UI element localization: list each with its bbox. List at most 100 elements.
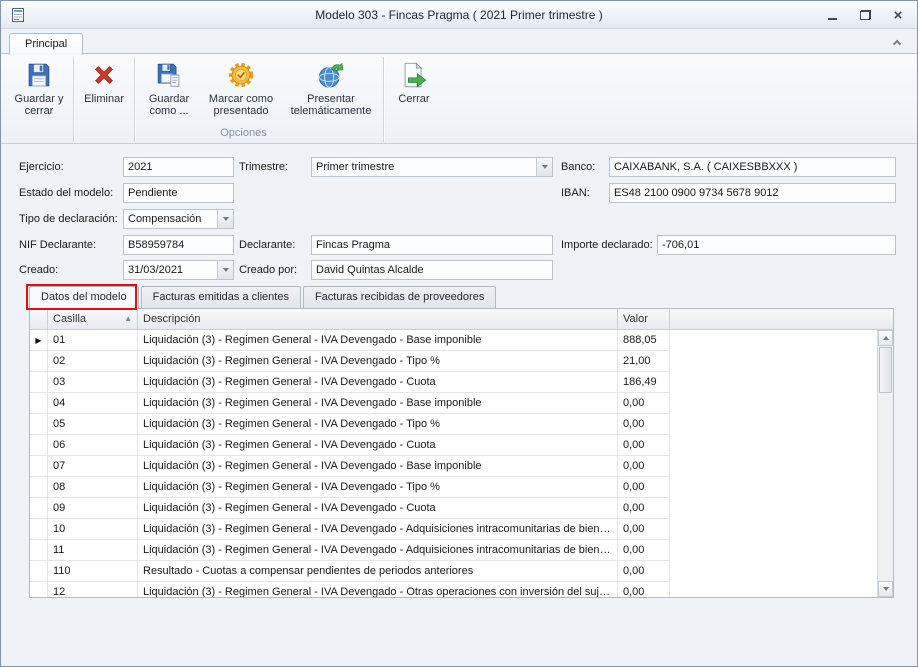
cell-casilla: 04: [48, 393, 138, 414]
scrollbar-thumb[interactable]: [879, 347, 892, 393]
estado-modelo-field[interactable]: Pendiente: [123, 183, 234, 203]
cell-filler: [670, 477, 877, 498]
cell-casilla: 05: [48, 414, 138, 435]
marcar-como-presentado-button[interactable]: Marcar como presentado: [199, 57, 283, 120]
creado-date-combo[interactable]: 31/03/2021: [123, 260, 234, 280]
table-row[interactable]: 09 Liquidación (3) - Regimen General - I…: [30, 498, 877, 519]
maximize-button[interactable]: [856, 7, 874, 23]
cell-casilla: 07: [48, 456, 138, 477]
cell-filler: [670, 435, 877, 456]
cell-descripcion: Liquidación (3) - Regimen General - IVA …: [138, 414, 618, 435]
cell-casilla: 12: [48, 582, 138, 597]
column-header-casilla[interactable]: Casilla ▲: [48, 309, 138, 329]
tab-datos-del-modelo[interactable]: Datos del modelo: [29, 286, 139, 308]
table-row[interactable]: ▶ 01 Liquidación (3) - Regimen General -…: [30, 330, 877, 351]
iban-field[interactable]: ES48 2100 0900 9734 5678 9012: [609, 183, 896, 203]
trimestre-combo[interactable]: Primer trimestre: [311, 157, 553, 177]
cell-filler: [670, 414, 877, 435]
table-row[interactable]: 10 Liquidación (3) - Regimen General - I…: [30, 519, 877, 540]
table-row[interactable]: 08 Liquidación (3) - Regimen General - I…: [30, 477, 877, 498]
table-row[interactable]: 12 Liquidación (3) - Regimen General - I…: [30, 582, 877, 597]
vertical-scrollbar[interactable]: [877, 330, 893, 597]
guardar-y-cerrar-button[interactable]: Guardar y cerrar: [9, 57, 69, 120]
cell-filler: [670, 393, 877, 414]
cell-casilla: 09: [48, 498, 138, 519]
cell-casilla: 110: [48, 561, 138, 582]
cell-valor: 0,00: [618, 582, 670, 597]
row-selector-cell: [30, 456, 48, 477]
seal-icon: [226, 60, 256, 90]
cell-descripcion: Liquidación (3) - Regimen General - IVA …: [138, 477, 618, 498]
scroll-down-button[interactable]: [878, 581, 893, 597]
title-bar: Modelo 303 - Fincas Pragma ( 2021 Primer…: [1, 1, 917, 29]
column-header-descripcion[interactable]: Descripción: [138, 309, 618, 329]
row-selector-cell: [30, 561, 48, 582]
table-row[interactable]: 11 Liquidación (3) - Regimen General - I…: [30, 540, 877, 561]
cell-valor: 888,05: [618, 330, 670, 351]
close-icon: ×: [894, 8, 903, 23]
app-icon: [10, 7, 26, 23]
guardar-como-button[interactable]: Guardar como ...: [139, 57, 199, 120]
cell-descripcion: Liquidación (3) - Regimen General - IVA …: [138, 330, 618, 351]
column-header-valor[interactable]: Valor: [618, 309, 670, 329]
cell-filler: [670, 540, 877, 561]
tab-facturas-recibidas[interactable]: Facturas recibidas de proveedores: [303, 286, 496, 308]
creado-label: Creado:: [19, 260, 58, 280]
minimize-button[interactable]: [823, 7, 841, 23]
tab-facturas-emitidas[interactable]: Facturas emitidas a clientes: [141, 286, 301, 308]
row-selector-cell: [30, 435, 48, 456]
dropdown-arrow-icon[interactable]: [217, 261, 233, 279]
nif-declarante-label: NIF Declarante:: [19, 235, 96, 255]
importe-declarado-field[interactable]: -706,01: [657, 235, 896, 255]
creado-por-label: Creado por:: [239, 260, 297, 280]
table-row[interactable]: 02 Liquidación (3) - Regimen General - I…: [30, 351, 877, 372]
save-as-icon: [154, 60, 184, 90]
sort-asc-icon: ▲: [124, 309, 132, 329]
close-button[interactable]: ×: [889, 7, 907, 23]
creado-por-field[interactable]: David Quintas Alcalde: [311, 260, 553, 280]
row-selector-cell: [30, 498, 48, 519]
ribbon-collapse-button[interactable]: [889, 38, 905, 52]
table-row[interactable]: 06 Liquidación (3) - Regimen General - I…: [30, 435, 877, 456]
maximize-icon: [860, 10, 871, 20]
cell-valor: 0,00: [618, 435, 670, 456]
table-row[interactable]: 04 Liquidación (3) - Regimen General - I…: [30, 393, 877, 414]
trimestre-label: Trimestre:: [239, 157, 288, 177]
tab-principal[interactable]: Principal: [9, 33, 83, 55]
cell-descripcion: Liquidación (3) - Regimen General - IVA …: [138, 582, 618, 597]
table-row[interactable]: 110 Resultado - Cuotas a compensar pendi…: [30, 561, 877, 582]
presentar-telematicamente-button[interactable]: Presentar telemáticamente: [283, 57, 379, 120]
table-row[interactable]: 03 Liquidación (3) - Regimen General - I…: [30, 372, 877, 393]
estado-modelo-label: Estado del modelo:: [19, 183, 113, 203]
ribbon: Guardar y cerrar Eliminar Guardar como .…: [1, 53, 917, 144]
ejercicio-field[interactable]: 2021: [123, 157, 234, 177]
dropdown-arrow-icon[interactable]: [217, 210, 233, 228]
table-row[interactable]: 05 Liquidación (3) - Regimen General - I…: [30, 414, 877, 435]
cell-filler: [670, 456, 877, 477]
cell-filler: [670, 498, 877, 519]
cell-descripcion: Liquidación (3) - Regimen General - IVA …: [138, 435, 618, 456]
table-row[interactable]: 07 Liquidación (3) - Regimen General - I…: [30, 456, 877, 477]
cerrar-button[interactable]: Cerrar: [388, 57, 440, 108]
tipo-declaracion-label: Tipo de declaración:: [19, 209, 118, 229]
cell-descripcion: Liquidación (3) - Regimen General - IVA …: [138, 519, 618, 540]
cell-descripcion: Liquidación (3) - Regimen General - IVA …: [138, 372, 618, 393]
declarante-label: Declarante:: [239, 235, 295, 255]
globe-upload-icon: [316, 60, 346, 90]
arrow-down-icon: [883, 587, 889, 591]
tipo-declaracion-combo[interactable]: Compensación: [123, 209, 234, 229]
nif-declarante-field[interactable]: B58959784: [123, 235, 234, 255]
row-selector-cell: [30, 351, 48, 372]
eliminar-button[interactable]: Eliminar: [78, 57, 130, 108]
cell-casilla: 11: [48, 540, 138, 561]
scroll-up-button[interactable]: [878, 330, 893, 346]
cell-valor: 0,00: [618, 561, 670, 582]
minimize-icon: [828, 18, 837, 20]
cell-descripcion: Resultado - Cuotas a compensar pendiente…: [138, 561, 618, 582]
declarante-field[interactable]: Fincas Pragma: [311, 235, 553, 255]
cell-filler: [670, 561, 877, 582]
arrow-up-icon: [883, 336, 889, 340]
dropdown-arrow-icon[interactable]: [536, 158, 552, 176]
cell-valor: 21,00: [618, 351, 670, 372]
banco-field[interactable]: CAIXABANK, S.A. ( CAIXESBBXXX ): [609, 157, 896, 177]
